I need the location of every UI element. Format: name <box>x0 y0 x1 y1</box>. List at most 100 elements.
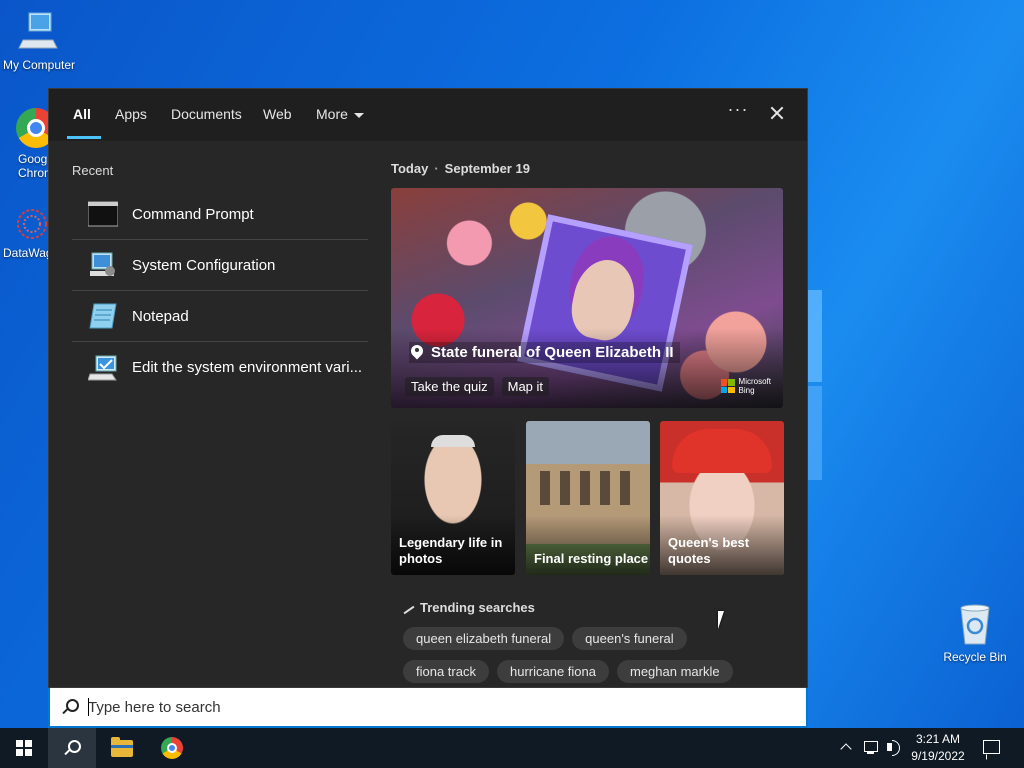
recent-item-environment-variables[interactable]: Edit the system environment vari... <box>72 342 368 393</box>
card-image <box>431 435 475 447</box>
volume-button[interactable] <box>884 728 902 768</box>
desktop-icon-google-chrome[interactable]: Goog Chron <box>0 108 48 180</box>
recent-item-notepad[interactable]: Notepad <box>72 291 368 342</box>
desktop-light-shard <box>808 290 822 382</box>
system-configuration-icon <box>88 251 118 279</box>
hero-headline[interactable]: State funeral of Queen Elizabeth II <box>409 342 680 363</box>
taskbar-clock[interactable]: 3:21 AM 9/19/2022 <box>904 731 972 765</box>
desktop-icon-my-computer[interactable]: My Computer <box>1 10 77 72</box>
separator-dot: · <box>434 161 439 176</box>
datawag-icon <box>14 206 48 242</box>
card-caption-line: photos <box>399 551 443 566</box>
card-caption-line: Final resting place <box>534 551 649 566</box>
chip-row: fiona track hurricane fiona meghan markl… <box>403 660 783 683</box>
recent-item-label: Command Prompt <box>132 205 254 223</box>
windows-logo-icon <box>16 740 32 756</box>
trending-chip[interactable]: meghan markle <box>616 660 733 683</box>
notepad-icon <box>88 302 118 330</box>
today-date-line: Today · September 19 <box>391 161 530 176</box>
search-input[interactable] <box>88 696 788 718</box>
location-pin-icon <box>411 345 423 361</box>
taskbar-chrome[interactable] <box>148 728 196 768</box>
tab-documents[interactable]: Documents <box>171 106 242 122</box>
map-it-button[interactable]: Map it <box>501 377 550 396</box>
mouse-pointer-icon <box>718 611 730 629</box>
trending-chip[interactable]: hurricane fiona <box>496 660 609 683</box>
trending-title: Trending searches <box>420 600 535 615</box>
desktop-icon-recycle-bin[interactable]: Recycle Bin <box>937 602 1013 664</box>
action-center-button[interactable] <box>980 728 1004 768</box>
taskbar-search-button[interactable] <box>48 728 96 768</box>
search-icon <box>64 740 81 756</box>
story-card-best-quotes[interactable]: Queen's best quotes <box>660 421 784 575</box>
recent-item-label: System Configuration <box>132 256 276 274</box>
card-caption-line: Queen's best <box>668 535 750 550</box>
close-button[interactable] <box>765 101 789 125</box>
microsoft-bing-badge: Microsoft Bing <box>720 377 771 395</box>
taskbar: 3:21 AM 9/19/2022 <box>0 728 1024 768</box>
taskbar-file-explorer[interactable] <box>98 728 146 768</box>
card-caption-line: Legendary life in <box>399 535 503 550</box>
hero-card[interactable]: State funeral of Queen Elizabeth II Take… <box>391 188 783 408</box>
card-image <box>560 471 570 505</box>
story-card-final-resting-place[interactable]: Final resting place <box>526 421 650 575</box>
recycle-bin-icon <box>953 602 997 646</box>
desktop-icon-datawag[interactable]: DataWag <box>0 206 48 260</box>
card-image <box>672 429 772 473</box>
more-options-button[interactable]: ··· <box>725 99 751 127</box>
card-image <box>620 471 630 505</box>
card-caption: Queen's best quotes <box>668 535 749 567</box>
recent-section: Recent Command Prompt System Configurati… <box>49 141 379 687</box>
recent-item-label: Edit the system environment vari... <box>132 359 363 376</box>
chrome-icon <box>16 108 48 148</box>
card-image <box>600 471 610 505</box>
active-tab-indicator <box>67 136 101 139</box>
clock-time: 3:21 AM <box>915 732 961 746</box>
desktop-icon-label: My Computer <box>2 58 76 72</box>
desktop-icon-label: Goog Chron <box>18 152 48 180</box>
recent-heading: Recent <box>72 163 114 178</box>
network-button[interactable] <box>862 728 880 768</box>
start-button[interactable] <box>0 728 48 768</box>
trending-chip[interactable]: queen's funeral <box>572 627 687 650</box>
search-box <box>48 688 808 728</box>
command-prompt-icon <box>87 200 119 228</box>
show-hidden-icons-button[interactable] <box>838 728 854 768</box>
recent-list: Command Prompt System Configuration Note… <box>72 189 368 393</box>
desktop-light-shard <box>808 386 822 480</box>
today-section: Today · September 19 State funeral of Quee… <box>391 141 791 687</box>
recent-item-system-configuration[interactable]: System Configuration <box>72 240 368 291</box>
tab-more-label: More <box>316 106 348 122</box>
trending-chip[interactable]: queen elizabeth funeral <box>403 627 565 650</box>
search-tabs: All Apps Documents Web More ··· <box>49 89 807 141</box>
card-image <box>580 471 590 505</box>
story-card-legendary-life[interactable]: Legendary life in photos <box>391 421 515 575</box>
today-date: September 19 <box>444 161 530 176</box>
tab-apps[interactable]: Apps <box>115 106 147 122</box>
search-icon <box>62 699 79 715</box>
take-quiz-button[interactable]: Take the quiz <box>405 377 494 396</box>
brand-line-2: Bing <box>738 386 755 395</box>
tab-more[interactable]: More <box>316 106 364 122</box>
clock-date: 9/19/2022 <box>911 749 965 763</box>
hero-actions: Take the quiz Map it <box>405 377 550 396</box>
story-cards: Legendary life in photos Final resting p… <box>391 421 785 575</box>
tab-web[interactable]: Web <box>263 106 292 122</box>
hero-headline-text: State funeral of Queen Elizabeth II <box>431 344 674 361</box>
system-properties-icon <box>87 354 118 382</box>
card-image <box>540 471 550 505</box>
chrome-icon <box>161 737 183 759</box>
chip-row: queen elizabeth funeral queen's funeral <box>403 627 783 650</box>
hero-shade <box>391 328 783 408</box>
chevron-down-icon <box>353 112 364 118</box>
folder-icon <box>111 737 133 757</box>
trending-chip[interactable]: fiona track <box>403 660 489 683</box>
tab-all[interactable]: All <box>73 106 91 122</box>
recent-item-command-prompt[interactable]: Command Prompt <box>72 189 368 240</box>
card-caption: Legendary life in photos <box>399 535 502 567</box>
text-cursor <box>88 698 89 716</box>
trending-chips: queen elizabeth funeral queen's funeral … <box>403 627 783 693</box>
recent-item-label: Notepad <box>132 307 189 325</box>
today-label: Today <box>391 161 429 176</box>
card-caption-line: quotes <box>668 551 711 566</box>
